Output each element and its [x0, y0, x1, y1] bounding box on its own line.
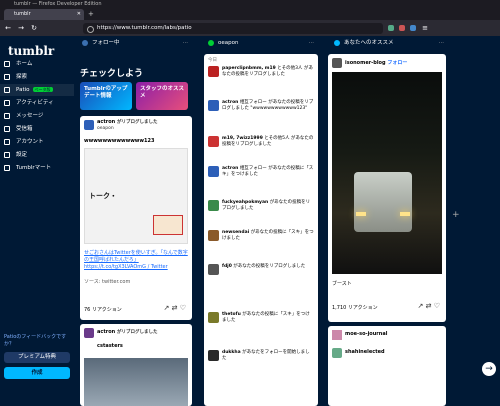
address-bar[interactable]: https://www.tumblr.com/labs/patio — [83, 22, 383, 34]
chat-icon — [4, 113, 10, 119]
boost-button[interactable]: ブースト — [332, 280, 352, 287]
avatar[interactable] — [84, 120, 94, 130]
home-icon — [82, 40, 88, 46]
navigation-toolbar: ← → ↻ https://www.tumblr.com/labs/patio … — [0, 20, 500, 36]
notification-item[interactable]: newsendai があなたの投稿に「スキ」をつけました — [208, 230, 314, 242]
menu-icon[interactable]: ≡ — [421, 24, 429, 32]
reblog-source[interactable]: cstasters — [97, 343, 123, 349]
tile-staff-picks[interactable]: スタッフのオススメ — [136, 82, 188, 110]
post-source-line: ソース: twitter.com — [84, 279, 131, 285]
more-options-icon[interactable]: ··· — [309, 36, 314, 50]
lightning-icon — [4, 100, 10, 106]
inbox-icon — [4, 126, 10, 132]
window-titlebar: tumblr — Firefox Developer Edition — [0, 0, 500, 8]
post-card: actron がリブログしました oeapon wwwwwwwwwwwww123… — [80, 116, 192, 320]
notification-item[interactable]: actron 相互フォロー があなたの投稿をリブログしました "wwwwwwww… — [208, 100, 314, 112]
sidebar-item-mart[interactable]: Tumblrマート — [0, 162, 74, 174]
home-icon — [4, 61, 10, 67]
post-card: actron がリブログしました cstasters — [80, 324, 192, 406]
avatar[interactable] — [332, 58, 342, 68]
reload-icon[interactable]: ↻ — [30, 24, 38, 32]
grid-icon — [4, 87, 10, 93]
notification-item[interactable]: actron 相互フォロー があなたの投稿に「スキ」をつけました — [208, 166, 314, 178]
shop-icon — [4, 165, 10, 171]
more-options-icon[interactable]: ··· — [439, 36, 444, 50]
notification-item[interactable]: fuckyeahpokmyan があなたの投稿をリブログしました — [208, 200, 314, 212]
notification-item[interactable]: m19, 7wizz1999 とその他5人 があなたの投稿をリブログしました — [208, 136, 314, 148]
forward-icon[interactable]: → — [17, 24, 25, 32]
add-column-icon[interactable]: + — [452, 210, 460, 220]
post-actions[interactable]: ↗ ⇄ ♡ — [418, 302, 440, 310]
column-header: フォロー中 ··· — [78, 36, 194, 50]
gear-icon — [4, 152, 10, 158]
sidebar-item-settings[interactable]: 設定 — [0, 149, 74, 161]
sidebar-item-patio[interactable]: Patio ベータ版 — [0, 84, 74, 96]
back-icon[interactable]: ← — [4, 24, 12, 32]
section-title: チェックしよう — [80, 69, 144, 79]
beta-badge: ベータ版 — [32, 87, 53, 92]
extension-icon[interactable] — [388, 25, 394, 31]
activity-feed: 今日 paperclipnbmm, m19 とその他3人 があなたの投稿をリブロ… — [204, 54, 318, 406]
reaction-count[interactable]: 1,710 リアクション — [332, 304, 378, 311]
avatar[interactable] — [332, 348, 342, 358]
lightning-icon — [208, 40, 214, 46]
notification-item[interactable]: paperclipnbmm, m19 とその他3人 があなたの投稿をリブログしま… — [208, 66, 314, 78]
sidebar-item-explore[interactable]: 探索 — [0, 71, 74, 83]
tumblr-logo[interactable]: tumblr — [8, 44, 54, 58]
sidebar-item-inbox[interactable]: 受信箱 — [0, 123, 74, 135]
post-source[interactable]: oeapon — [97, 126, 114, 131]
user-icon — [4, 139, 10, 145]
follow-button[interactable]: フォロー — [387, 60, 407, 66]
embedded-screenshot: トーク・ — [84, 148, 188, 244]
post-headline: wwwwwwwwwwwww123 — [84, 138, 155, 144]
extension-icon[interactable] — [399, 25, 405, 31]
post-card: moe-so-journal shahinelected — [328, 326, 446, 406]
sidebar-item-account[interactable]: アカウント — [0, 136, 74, 148]
avatar[interactable] — [332, 330, 342, 340]
post-body-link[interactable]: せごおさんはTwitterを使いすぎ。「なんで数字の王国呼ばれたんだろ」http… — [84, 250, 188, 271]
column-header: oeapon ··· — [204, 36, 320, 50]
notification-item[interactable]: thetofu があなたの投稿に「スキ」をつけました — [208, 312, 314, 324]
sidebar: tumblr ホーム 探索 Patio ベータ版 アクティビティ メッセージ 受信… — [0, 36, 74, 406]
sidebar-item-activity[interactable]: アクティビティ — [0, 97, 74, 109]
feedback-link[interactable]: Patioのフィードバックですか？ — [4, 334, 70, 348]
notification-item[interactable]: dukkha があなたをフォローを開始しました — [208, 350, 314, 362]
premium-button[interactable]: プレミアム特典 — [4, 352, 70, 363]
tab-title: tumblr — [14, 11, 31, 17]
sidebar-item-home[interactable]: ホーム — [0, 58, 74, 70]
close-icon[interactable]: ✕ — [77, 9, 81, 20]
post-image — [84, 358, 188, 406]
column-header: あなたへのオススメ ··· — [330, 36, 450, 50]
post-image — [332, 72, 442, 274]
reaction-count[interactable]: 76 リアクション — [84, 306, 122, 313]
tab-strip: tumblr ✕ + — [0, 8, 500, 20]
new-tab-icon[interactable]: + — [88, 9, 94, 20]
create-post-button[interactable]: 作成 — [4, 367, 70, 379]
post-card: isonomer-blog フォロー ブースト 1,710 リアクション ↗ ⇄… — [328, 54, 446, 322]
post-actions[interactable]: ↗ ⇄ ♡ — [164, 304, 186, 312]
post-author[interactable]: actron — [97, 119, 115, 125]
browser-tab[interactable]: tumblr ✕ — [4, 9, 84, 20]
sidebar-item-messages[interactable]: メッセージ — [0, 110, 74, 122]
sparkle-icon — [334, 40, 340, 46]
more-options-icon[interactable]: ··· — [183, 36, 188, 50]
extension-icon[interactable] — [410, 25, 416, 31]
tile-tumblr-updates[interactable]: Tumblrのアップデート情報 — [80, 82, 132, 110]
scroll-right-button[interactable]: → — [482, 362, 496, 376]
compass-icon — [4, 74, 10, 80]
avatar[interactable] — [84, 328, 94, 338]
notification-item[interactable]: fdj0 があなたの投稿をリブログしました — [208, 264, 314, 275]
date-divider: 今日 — [208, 58, 217, 63]
